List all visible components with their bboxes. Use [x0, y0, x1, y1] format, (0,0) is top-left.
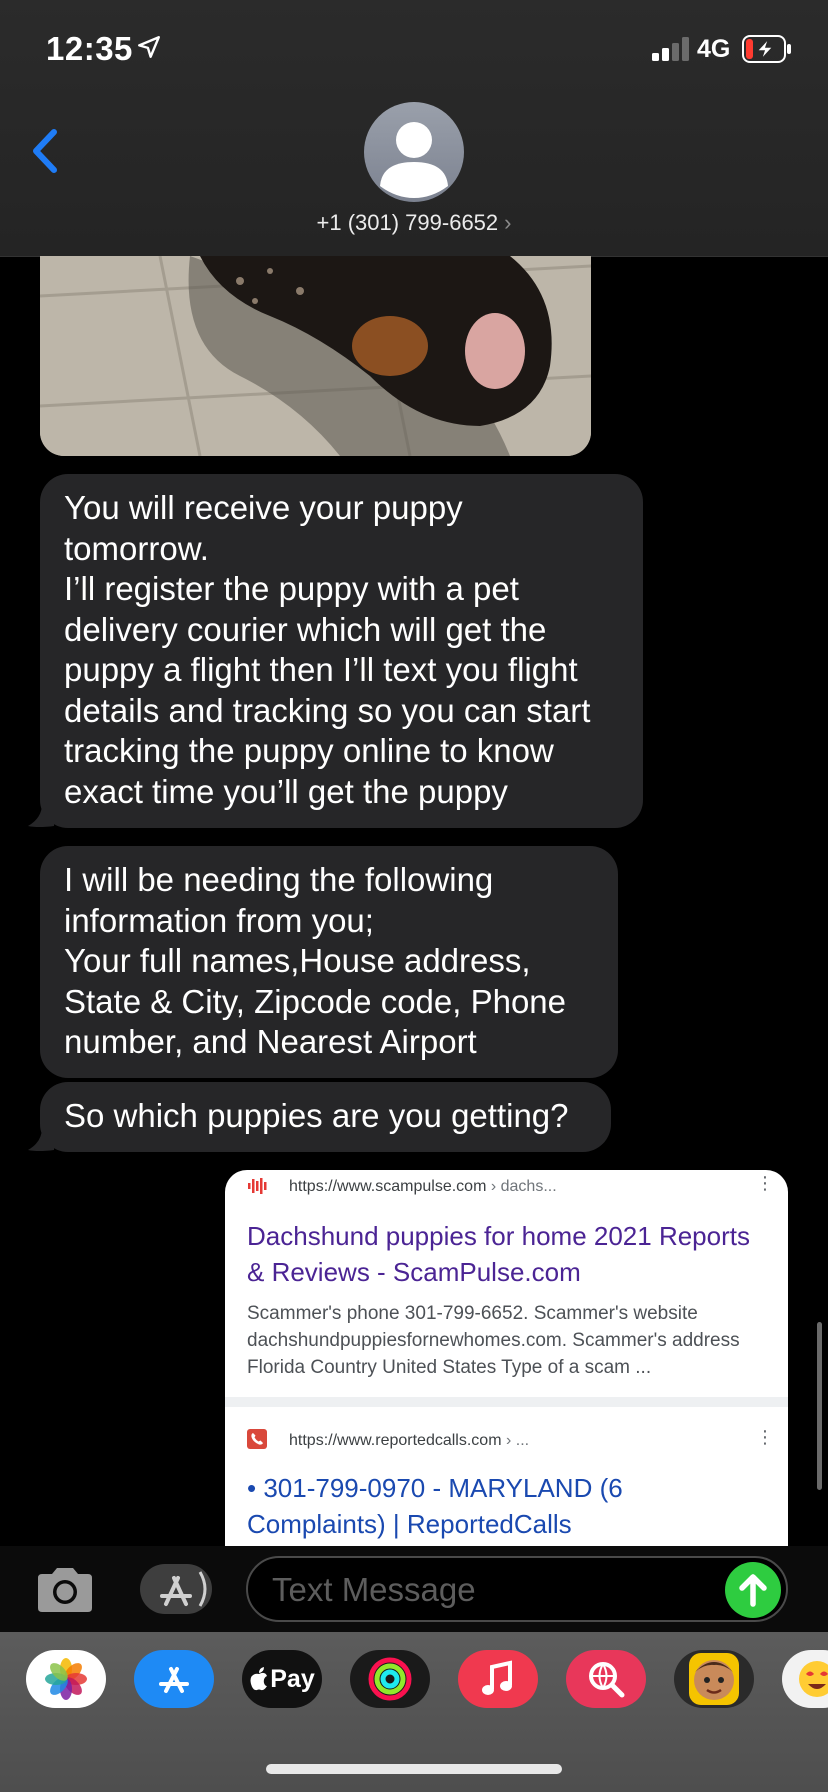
- contact-avatar[interactable]: [364, 102, 464, 202]
- text-message-placeholder: Text Message: [272, 1571, 476, 1608]
- scampulse-favicon-icon: [248, 1178, 267, 1194]
- search-globe-icon: [589, 1662, 625, 1698]
- result1-url[interactable]: https://www.scampulse.com › dachs...: [289, 1178, 557, 1196]
- result1-snippet: Scammer's phone 301-799-6652. Scammer's …: [247, 1303, 740, 1378]
- app-store-drawer-button[interactable]: [140, 1564, 212, 1614]
- bubble-tail: [28, 1128, 54, 1151]
- message-bubble-incoming[interactable]: I will be needing the following informat…: [40, 846, 618, 1078]
- app-store-icon: [160, 1571, 207, 1607]
- music-note-icon: [482, 1660, 512, 1695]
- emoji-stickers-icon: [799, 1661, 828, 1697]
- dog-photo-attachment[interactable]: [40, 256, 591, 456]
- app-store-app-button[interactable]: [134, 1650, 214, 1708]
- result2-url[interactable]: https://www.reportedcalls.com › ...: [289, 1432, 529, 1450]
- network-type: 4G: [697, 35, 731, 63]
- battery-charging-icon: [742, 35, 791, 63]
- activity-app-button[interactable]: [350, 1650, 430, 1708]
- result2-url-text: https://www.reportedcalls.com: [289, 1432, 502, 1449]
- result2-title[interactable]: • 301-799-0970 - MARYLAND (6 Complaints)…: [247, 1470, 767, 1542]
- result2-crumb: › ...: [505, 1432, 530, 1449]
- photos-app-button[interactable]: [26, 1650, 106, 1708]
- scroll-indicator[interactable]: [817, 1322, 822, 1490]
- dog-photo-image: [40, 256, 591, 456]
- message-bubble-incoming[interactable]: You will receive your puppy tomorrow. I’…: [40, 474, 643, 828]
- apple-pay-label: Pay: [270, 1664, 315, 1693]
- phone-favicon-icon: [247, 1429, 267, 1449]
- contact-phone-number: +1 (301) 799-6652: [316, 210, 499, 235]
- send-button[interactable]: [725, 1562, 781, 1618]
- more-options-icon[interactable]: ⋮: [756, 1174, 774, 1192]
- apple-pay-app-button[interactable]: Pay: [242, 1650, 322, 1708]
- activity-icon: [368, 1657, 412, 1701]
- camera-icon[interactable]: [34, 1568, 96, 1612]
- result1-title[interactable]: Dachshund puppies for home 2021 Reports …: [247, 1218, 767, 1290]
- result1-crumb: › dachs...: [490, 1178, 557, 1195]
- arrow-up-icon: [739, 1574, 767, 1607]
- search-results-screenshot[interactable]: https://www.scampulse.com › dachs... ⋮ D…: [225, 1170, 788, 1546]
- back-chevron-icon[interactable]: [28, 128, 64, 174]
- home-indicator[interactable]: [266, 1764, 562, 1774]
- result-separator: [225, 1397, 788, 1407]
- message-bubble-incoming[interactable]: So which puppies are you getting?: [40, 1082, 611, 1152]
- location-arrow-icon: [138, 36, 160, 58]
- bubble-tail: [28, 804, 54, 827]
- memoji-app-button[interactable]: [674, 1650, 754, 1708]
- status-time: 12:35: [46, 30, 133, 67]
- photos-icon: [45, 1658, 87, 1700]
- chevron-right-icon: ›: [504, 210, 512, 235]
- apple-logo-icon: [250, 1667, 268, 1691]
- contact-name[interactable]: +1 (301) 799-6652 ›: [0, 210, 828, 236]
- memoji-icon: [689, 1653, 739, 1705]
- search-app-button[interactable]: [566, 1650, 646, 1708]
- signal-strength-icon: [652, 37, 689, 61]
- app-store-icon: [159, 1667, 189, 1693]
- person-silhouette-icon: [380, 122, 448, 198]
- result1-url-text: https://www.scampulse.com: [289, 1178, 487, 1195]
- music-app-button[interactable]: [458, 1650, 538, 1708]
- more-options-icon[interactable]: ⋮: [756, 1428, 774, 1446]
